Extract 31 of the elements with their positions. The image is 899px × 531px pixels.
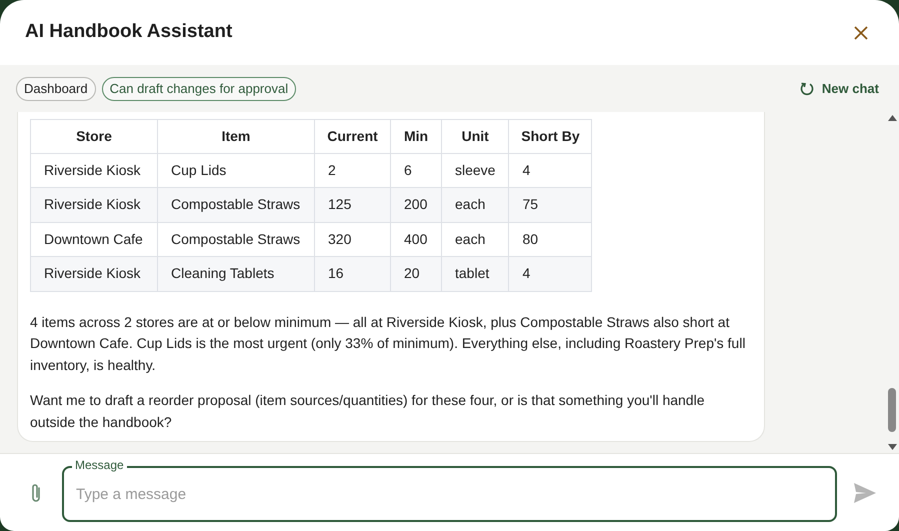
- table-cell: Cleaning Tablets: [158, 256, 314, 291]
- table-cell: 125: [314, 188, 390, 222]
- dialog-title: AI Handbook Assistant: [25, 20, 232, 44]
- column-header: Item: [158, 119, 314, 153]
- table-cell: 75: [508, 188, 592, 222]
- table-cell: 20: [390, 256, 442, 291]
- table-cell: Compostable Straws: [158, 188, 314, 222]
- column-header: Current: [314, 119, 390, 153]
- context-chip[interactable]: Dashboard: [16, 76, 96, 100]
- close-icon: [854, 26, 868, 40]
- table-cell: 16: [314, 256, 390, 291]
- message-paragraph: 4 items across 2 stores are at or below minimum — all at Riverside Kiosk, plus Compostable Straws also short at Downtown Cafe. Cup Lids is the most urgent (only 33% of minimum). Everything else, including Roastery Prep's full inventory, is healthy.: [30, 312, 746, 375]
- new-chat-button[interactable]: New chat: [800, 78, 879, 98]
- send-icon: [854, 482, 876, 502]
- table-cell: Riverside Kiosk: [30, 188, 158, 222]
- message-paragraph: Want me to draft a reorder proposal (item sources/quantities) for these four, or is that something you'll handle outside the handbook?: [30, 391, 706, 432]
- permission-chip[interactable]: Can draft changes for approval: [102, 76, 296, 100]
- table-cell: each: [442, 188, 509, 222]
- refresh-icon: [800, 82, 814, 96]
- column-header: Min: [390, 119, 442, 153]
- scroll-thumb[interactable]: [888, 388, 896, 432]
- column-header: Store: [30, 119, 158, 153]
- scroll-up-icon[interactable]: [888, 115, 896, 121]
- scroll-down-icon[interactable]: [888, 444, 896, 450]
- column-header: Unit: [442, 119, 509, 153]
- table-cell: 4: [508, 256, 592, 291]
- paperclip-icon: [29, 482, 43, 504]
- table-cell: tablet: [442, 256, 509, 291]
- table-cell: 200: [390, 188, 442, 222]
- table-cell: Riverside Kiosk: [30, 256, 158, 291]
- column-header: Short By: [508, 119, 592, 153]
